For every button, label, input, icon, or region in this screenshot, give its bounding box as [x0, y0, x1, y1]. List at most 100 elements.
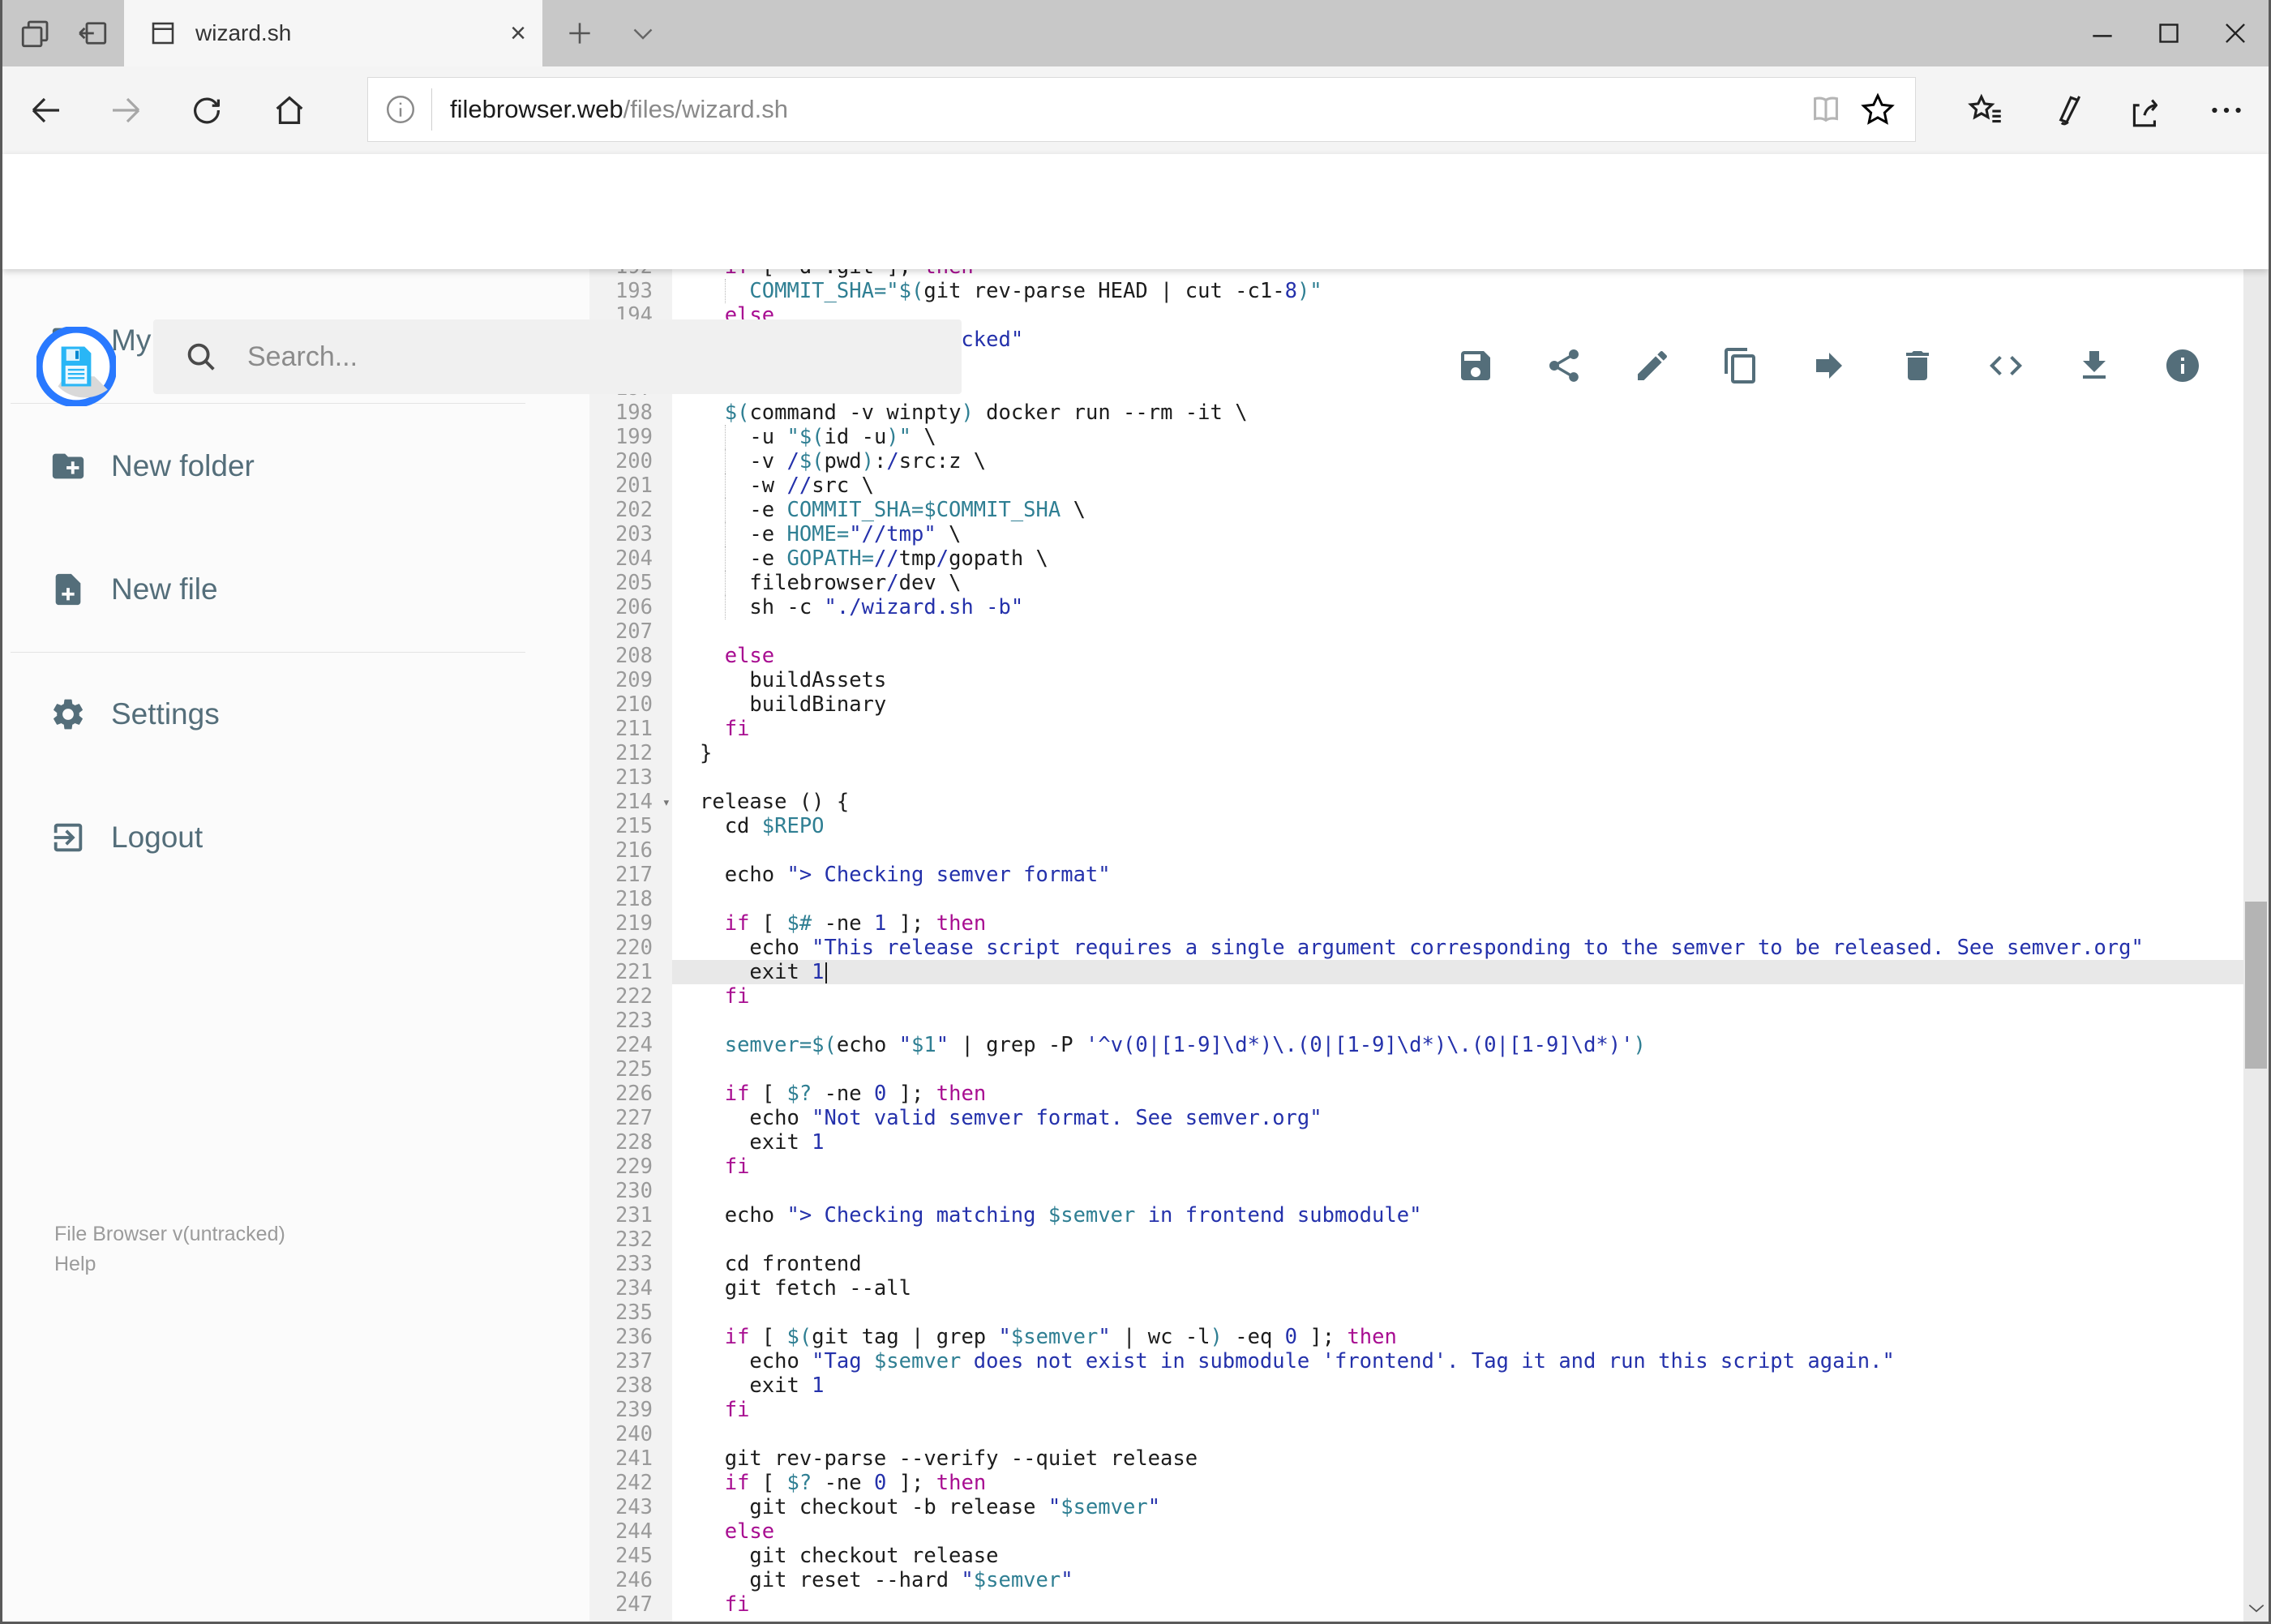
code-line[interactable]: 241 git rev-parse --verify --quiet relea… — [589, 1446, 2243, 1471]
favorites-hub-button[interactable] — [1950, 78, 2021, 143]
code-line[interactable]: 220 echo "This release script requires a… — [589, 936, 2243, 960]
code-line[interactable]: 230 — [589, 1179, 2243, 1203]
share-button[interactable] — [1543, 345, 1585, 387]
delete-button[interactable] — [1896, 345, 1939, 387]
site-info-icon[interactable] — [383, 92, 418, 127]
code-line[interactable]: 214 ▾ release () { — [589, 790, 2243, 814]
close-window-button[interactable] — [2202, 0, 2269, 66]
code-view-button[interactable] — [1985, 345, 2027, 387]
code-line[interactable]: 239 fi — [589, 1398, 2243, 1422]
code-line[interactable]: 244 else — [589, 1519, 2243, 1544]
code-line[interactable]: 199 -u "$(id -u)" \ — [589, 425, 2243, 449]
more-options-button[interactable] — [2191, 78, 2262, 143]
save-button[interactable] — [1455, 345, 1497, 387]
code-line[interactable]: 221 exit 1 — [589, 960, 2243, 984]
download-button[interactable] — [2073, 345, 2115, 387]
code-line[interactable]: 198 $(command -v winpty) docker run --rm… — [589, 401, 2243, 425]
back-button[interactable] — [14, 78, 79, 143]
refresh-button[interactable] — [174, 78, 239, 143]
line-number: 213 — [615, 765, 653, 790]
scrollbar-thumb[interactable] — [2245, 902, 2267, 1069]
code-line[interactable]: 236 if [ $(git tag | grep "$semver" | wc… — [589, 1325, 2243, 1349]
code-line[interactable]: 216 — [589, 838, 2243, 863]
code-line[interactable]: 206 sh -c "./wizard.sh -b" — [589, 595, 2243, 619]
tab-close-button[interactable]: × — [494, 9, 542, 58]
code-line[interactable]: 232 — [589, 1228, 2243, 1252]
add-favorite-button[interactable] — [1852, 84, 1904, 135]
code-line[interactable]: 246 git reset --hard "$semver" — [589, 1568, 2243, 1592]
scroll-down-button[interactable] — [2243, 1594, 2269, 1622]
share-page-button[interactable] — [2110, 78, 2182, 143]
tab-preview-button[interactable] — [7, 0, 64, 66]
code-line[interactable]: 234 git fetch --all — [589, 1276, 2243, 1300]
code-line[interactable]: 218 — [589, 887, 2243, 911]
code-line[interactable]: 238 exit 1 — [589, 1373, 2243, 1398]
code-line[interactable]: 202 -e COMMIT_SHA=$COMMIT_SHA \ — [589, 498, 2243, 522]
search-input[interactable]: Search... — [153, 319, 962, 394]
sidebar-item-logout[interactable]: Logout — [2, 800, 538, 875]
set-tabs-aside-button[interactable] — [64, 0, 121, 66]
code-line[interactable]: 207 — [589, 619, 2243, 644]
code-line[interactable]: 208 else — [589, 644, 2243, 668]
code-line[interactable]: 215 cd $REPO — [589, 814, 2243, 838]
maximize-button[interactable] — [2136, 0, 2202, 66]
code-line[interactable]: 235 — [589, 1300, 2243, 1325]
code-line[interactable]: 243 git checkout -b release "$semver" — [589, 1495, 2243, 1519]
code-line[interactable]: 222 fi — [589, 984, 2243, 1009]
forward-button[interactable] — [93, 78, 158, 143]
tab-bar: wizard.sh × — [2, 0, 2269, 66]
line-number: 215 — [615, 814, 653, 838]
copy-button[interactable] — [1720, 345, 1762, 387]
code-line[interactable]: 229 fi — [589, 1155, 2243, 1179]
code-line[interactable]: 237 echo "Tag $semver does not exist in … — [589, 1349, 2243, 1373]
code-line[interactable]: 210 buildBinary — [589, 692, 2243, 717]
code-line[interactable]: 226 if [ $? -ne 0 ]; then — [589, 1082, 2243, 1106]
code-line[interactable]: 240 — [589, 1422, 2243, 1446]
tab-preview-chevron-button[interactable] — [619, 0, 667, 66]
code-line[interactable]: 193 COMMIT_SHA="$(git rev-parse HEAD | c… — [589, 279, 2243, 303]
fold-marker-icon[interactable]: ▾ — [662, 791, 671, 815]
sidebar-item-settings[interactable]: Settings — [2, 677, 538, 752]
code-line[interactable]: 227 echo "Not valid semver format. See s… — [589, 1106, 2243, 1130]
code-editor[interactable]: 192 if [ -d .git ]; then193 COMMIT_SHA="… — [589, 269, 2243, 1622]
code-line[interactable]: 225 — [589, 1057, 2243, 1082]
code-line[interactable]: 213 — [589, 765, 2243, 790]
minimize-button[interactable] — [2069, 0, 2136, 66]
sidebar-item-new-folder[interactable]: New folder — [2, 429, 538, 503]
code-line[interactable]: 233 cd frontend — [589, 1252, 2243, 1276]
code-line[interactable]: 205 filebrowser/dev \ — [589, 571, 2243, 595]
code-line[interactable]: 204 -e GOPATH=//tmp/gopath \ — [589, 546, 2243, 571]
code-line[interactable]: 217 echo "> Checking semver format" — [589, 863, 2243, 887]
home-button[interactable] — [257, 78, 322, 143]
new-tab-button[interactable] — [555, 0, 604, 66]
line-number: 226 — [615, 1082, 653, 1106]
tab-wizard-sh[interactable]: wizard.sh × — [124, 0, 542, 66]
reading-view-button[interactable] — [1800, 84, 1852, 135]
filebrowser-logo-icon[interactable] — [36, 327, 116, 406]
code-line[interactable]: 228 exit 1 — [589, 1130, 2243, 1155]
code-line[interactable]: 231 echo "> Checking matching $semver in… — [589, 1203, 2243, 1228]
sidebar-item-label: Logout — [111, 821, 204, 854]
url-field[interactable]: filebrowser.web/files/wizard.sh — [367, 77, 1916, 142]
sidebar-item-new-file[interactable]: New file — [2, 552, 538, 627]
scrollbar[interactable] — [2243, 154, 2269, 1622]
move-button[interactable] — [1808, 345, 1850, 387]
info-button[interactable] — [2162, 345, 2204, 387]
code-line[interactable]: 223 — [589, 1009, 2243, 1033]
code-line[interactable]: 209 buildAssets — [589, 668, 2243, 692]
code-line[interactable]: 192 if [ -d .git ]; then — [589, 269, 2243, 279]
code-line[interactable]: 212} — [589, 741, 2243, 765]
code-line[interactable]: 200 -v /$(pwd):/src:z \ — [589, 449, 2243, 473]
help-link[interactable]: Help — [54, 1249, 285, 1279]
edit-button[interactable] — [1631, 345, 1673, 387]
code-line[interactable]: 219 if [ $# -ne 1 ]; then — [589, 911, 2243, 936]
code-line[interactable]: 211 fi — [589, 717, 2243, 741]
code-line[interactable]: 201 -w //src \ — [589, 473, 2243, 498]
web-note-button[interactable] — [2031, 78, 2102, 143]
code-line[interactable]: 245 git checkout release — [589, 1544, 2243, 1568]
code-line[interactable]: 203 -e HOME="//tmp" \ — [589, 522, 2243, 546]
code-line[interactable]: 242 if [ $? -ne 0 ]; then — [589, 1471, 2243, 1495]
code-line[interactable]: 224 semver=$(echo "$1" | grep -P '^v(0|[… — [589, 1033, 2243, 1057]
code-line[interactable]: 247 fi — [589, 1592, 2243, 1617]
line-number: 234 — [615, 1276, 653, 1300]
